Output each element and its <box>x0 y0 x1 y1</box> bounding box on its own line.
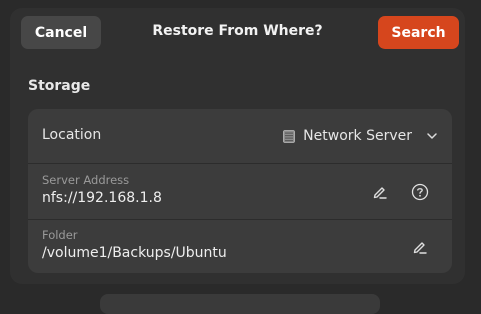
folder-field[interactable]: /volume1/Backups/Ubuntu <box>42 245 227 261</box>
dialog-header: Cancel Restore From Where? Search <box>10 8 465 56</box>
location-value: Network Server <box>303 128 412 144</box>
location-dropdown[interactable]: Network Server <box>283 121 438 151</box>
storage-section-title: Storage <box>28 78 91 94</box>
location-row[interactable]: Location Network Server <box>28 109 452 163</box>
server-address-field[interactable]: nfs://192.168.1.8 <box>42 190 162 206</box>
help-icon[interactable] <box>409 181 431 203</box>
folder-row[interactable]: Folder /volume1/Backups/Ubuntu <box>28 220 452 273</box>
folder-label: Folder <box>42 228 78 242</box>
storage-card: Location Network Server Server Address n… <box>28 109 452 273</box>
edit-icon[interactable] <box>369 181 391 203</box>
search-button[interactable]: Search <box>378 16 459 49</box>
edit-icon[interactable] <box>409 236 431 258</box>
restore-dialog: Cancel Restore From Where? Search Storag… <box>10 8 465 284</box>
server-icon <box>283 129 296 143</box>
location-label: Location <box>42 127 102 143</box>
server-address-label: Server Address <box>42 173 130 187</box>
server-address-row[interactable]: Server Address nfs://192.168.1.8 <box>28 164 452 219</box>
chevron-down-icon <box>426 130 438 142</box>
background-window <box>100 294 380 314</box>
